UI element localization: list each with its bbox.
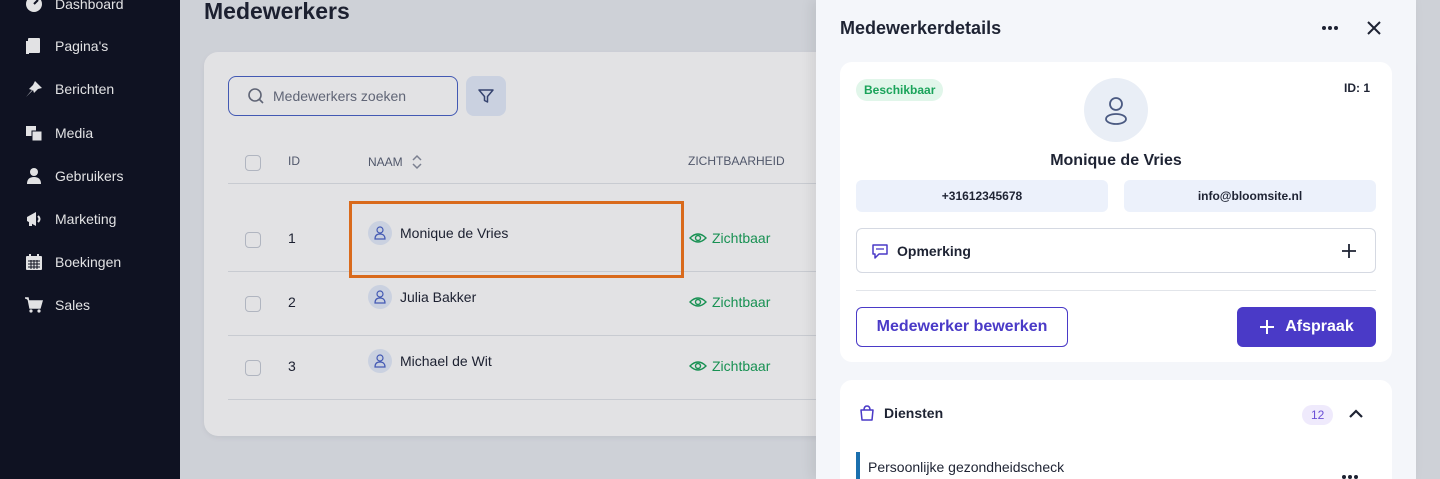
service-item[interactable]: Persoonlijke gezondheidscheck [856, 452, 1064, 479]
sidebar-item-bookings[interactable]: Boekingen [24, 250, 121, 274]
eye-icon [689, 233, 707, 243]
close-icon [1367, 21, 1381, 35]
more-options-button[interactable] [1318, 18, 1342, 38]
add-icon[interactable] [1339, 241, 1359, 261]
search-placeholder: Medewerkers zoeken [273, 88, 407, 104]
note-label: Opmerking [897, 242, 971, 259]
sidebar-item-label: Marketing [55, 211, 117, 227]
phone-pill[interactable]: +31612345678 [856, 180, 1108, 212]
add-appointment-button[interactable]: Afspraak [1237, 307, 1376, 347]
sidebar: Dashboard Pagina's Berichten Media Gebru… [0, 0, 180, 479]
visibility-status: Zichtbaar [689, 230, 770, 246]
services-label: Diensten [884, 405, 944, 421]
add-appointment-label: Afspraak [1285, 318, 1354, 335]
row-name[interactable]: Julia Bakker [368, 285, 476, 309]
filter-button[interactable] [466, 76, 506, 116]
employee-details-drawer: Medewerkerdetails Beschikbaar ID: 1 Moni… [816, 0, 1416, 479]
select-all-checkbox[interactable] [245, 155, 261, 171]
sidebar-item-label: Gebruikers [55, 168, 124, 184]
search-input[interactable]: Medewerkers zoeken [228, 76, 458, 116]
selection-highlight [349, 201, 684, 278]
bag-icon [860, 405, 874, 421]
calendar-icon [24, 252, 44, 272]
close-button[interactable] [1362, 16, 1386, 40]
sidebar-item-label: Boekingen [55, 254, 122, 270]
visibility-label: Zichtbaar [712, 294, 771, 310]
sidebar-item-media[interactable]: Media [24, 121, 93, 145]
pages-icon [24, 36, 44, 56]
row-id: 3 [288, 358, 296, 374]
services-count-badge: 12 [1302, 405, 1334, 425]
visibility-label: Zichtbaar [712, 230, 771, 246]
avatar [368, 285, 392, 309]
services-header[interactable]: Diensten [858, 404, 943, 422]
sidebar-item-marketing[interactable]: Marketing [24, 207, 116, 231]
more-icon [1322, 26, 1338, 30]
header-id: ID [288, 154, 300, 168]
sidebar-item-users[interactable]: Gebruikers [24, 164, 123, 188]
service-item-label: Persoonlijke gezondheidscheck [868, 459, 1065, 475]
employee-name: Monique de Vries [1050, 152, 1182, 169]
sidebar-item-posts[interactable]: Berichten [24, 77, 114, 101]
row-checkbox[interactable] [245, 296, 261, 312]
visibility-status: Zichtbaar [689, 294, 770, 310]
header-visibility: ZICHTBAARHEID [688, 154, 785, 168]
status-badge: Beschikbaar [856, 79, 944, 101]
cart-icon [24, 295, 44, 315]
eye-icon [689, 297, 707, 307]
plus-icon [1260, 320, 1275, 334]
sidebar-item-label: Pagina's [55, 38, 109, 54]
user-icon [1105, 97, 1127, 125]
sidebar-item-label: Sales [55, 297, 91, 313]
page-title: Medewerkers [204, 0, 350, 24]
email-pill[interactable]: info@bloomsite.nl [1124, 180, 1376, 212]
comment-icon [872, 243, 888, 259]
row-name-label: Julia Bakker [400, 289, 477, 305]
eye-icon [689, 361, 707, 371]
visibility-label: Zichtbaar [712, 358, 771, 374]
note-section[interactable]: Opmerking [856, 228, 1376, 273]
row-name[interactable]: Michael de Wit [368, 349, 492, 373]
header-name[interactable]: NAAM [368, 154, 423, 170]
divider [856, 290, 1376, 291]
row-checkbox[interactable] [245, 232, 261, 248]
dashboard-icon [24, 0, 44, 14]
drawer-title: Medewerkerdetails [840, 18, 1002, 38]
sidebar-item-dashboard[interactable]: Dashboard [24, 0, 124, 16]
pin-icon [24, 79, 44, 99]
search-icon [248, 88, 264, 104]
filter-icon [478, 89, 494, 103]
profile-card: Beschikbaar ID: 1 Monique de Vries +3161… [840, 62, 1392, 362]
sidebar-item-label: Berichten [55, 81, 115, 97]
services-card: Diensten 12 Persoonlijke gezondheidschec… [840, 380, 1392, 479]
sidebar-item-label: Dashboard [55, 0, 124, 12]
employee-id: ID: 1 [1344, 81, 1371, 95]
sidebar-item-label: Media [55, 125, 94, 141]
chevron-up-icon[interactable] [1346, 404, 1366, 424]
megaphone-icon [24, 209, 44, 229]
row-id: 1 [288, 230, 296, 246]
header-name-label: NAAM [368, 155, 403, 169]
visibility-status: Zichtbaar [689, 358, 770, 374]
sidebar-item-sales[interactable]: Sales [24, 293, 90, 317]
user-icon [24, 166, 44, 186]
edit-employee-button[interactable]: Medewerker bewerken [856, 307, 1068, 347]
avatar [1084, 78, 1148, 142]
media-icon [24, 123, 44, 143]
avatar [368, 349, 392, 373]
row-checkbox[interactable] [245, 360, 261, 376]
row-name-label: Michael de Wit [400, 353, 492, 369]
user-icon [374, 354, 386, 368]
sidebar-item-pages[interactable]: Pagina's [24, 34, 108, 58]
user-icon [374, 290, 386, 304]
row-id: 2 [288, 294, 296, 310]
more-icon[interactable] [1340, 472, 1360, 479]
sort-icon [412, 154, 422, 170]
